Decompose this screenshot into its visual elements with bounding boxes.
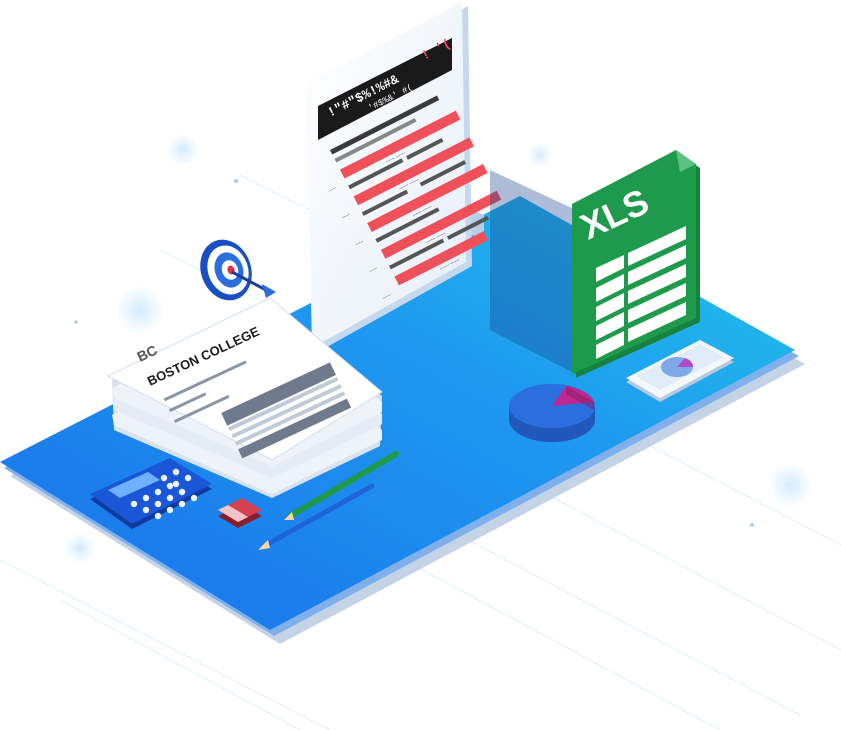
- glow-dot: [167, 134, 199, 166]
- illustration-scene: !"#"$%!%#& ! '( '#$%&' #( ----- ------ -…: [0, 0, 841, 730]
- target-icon: [200, 239, 252, 301]
- pie-chart-icon: [509, 384, 595, 442]
- glow-dot: [768, 463, 812, 507]
- illustration-svg: !"#"$%!%#& ! '( '#$%&' #( ----- ------ -…: [0, 2, 841, 730]
- glow-dot: [528, 143, 552, 167]
- glow-dot: [64, 532, 96, 564]
- glow-dot: [116, 286, 164, 334]
